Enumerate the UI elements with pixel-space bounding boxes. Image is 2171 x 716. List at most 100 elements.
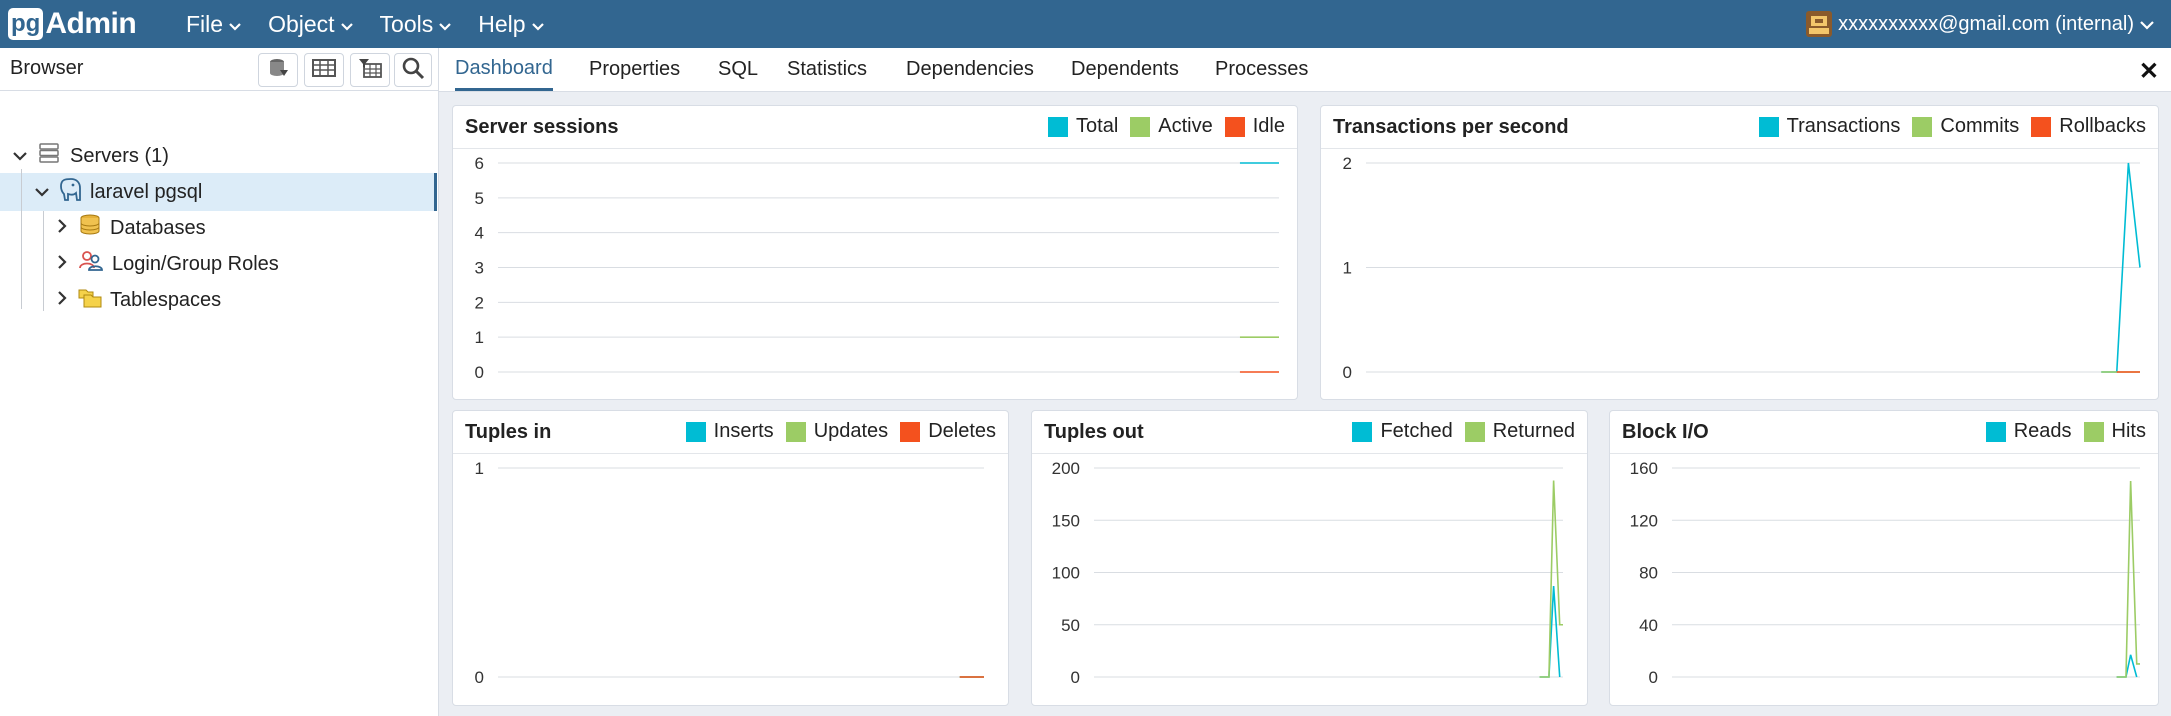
tab-statistics[interactable]: Statistics (787, 48, 867, 91)
tree-item-label: Servers (1) (70, 144, 169, 167)
menu-file[interactable]: File (186, 0, 242, 48)
legend-label: Idle (1252, 115, 1285, 137)
tab-label: Dashboard (455, 56, 553, 79)
panel-header: Tuples in Inserts Updates Deletes (453, 411, 1008, 454)
tree-item-servers[interactable]: Servers (1) (12, 139, 169, 173)
query-tool-button[interactable] (258, 53, 298, 87)
tree-item-databases[interactable]: Databases (56, 211, 206, 245)
filter-table-icon (358, 58, 382, 83)
tuples-in-chart: 01 (475, 459, 984, 687)
search-objects-button[interactable] (394, 53, 432, 87)
tree-item-login-group-roles[interactable]: Login/Group Roles (56, 247, 279, 281)
chevron-down-icon (438, 11, 452, 38)
y-tick-label: 1 (1343, 259, 1352, 278)
legend-swatch (1912, 116, 1933, 137)
legend-label: Transactions (1786, 115, 1901, 137)
y-tick-label: 0 (1343, 363, 1352, 382)
main-menu: File Object Tools Help (186, 0, 571, 48)
menu-tools[interactable]: Tools (380, 0, 453, 48)
tab-dependencies[interactable]: Dependencies (906, 48, 1034, 91)
legend-swatch (1352, 421, 1373, 442)
y-tick-label: 50 (1061, 616, 1080, 635)
legend-label: Commits (1940, 115, 2020, 137)
block-io-chart: 0 40 80 120 160 (1630, 459, 2140, 687)
tree-item-laravel-pgsql[interactable]: laravel pgsql (34, 175, 202, 209)
panel-title: Transactions per second (1333, 116, 1569, 138)
y-tick-label: 0 (1071, 668, 1080, 687)
y-tick-label: 4 (475, 224, 484, 243)
tab-label: Dependencies (906, 58, 1034, 80)
panel-title: Tuples in (465, 421, 552, 443)
tab-properties[interactable]: Properties (589, 48, 680, 91)
logo-admin: Admin (45, 7, 137, 40)
legend-item: Transactions (1758, 115, 1901, 138)
tab-label: Statistics (787, 58, 868, 80)
legend-swatch (1224, 116, 1245, 137)
tab-dashboard[interactable]: Dashboard (455, 48, 553, 91)
chart-legend: Inserts Updates Deletes (674, 420, 996, 443)
tab-label: Properties (589, 58, 681, 80)
y-tick-label: 150 (1052, 511, 1080, 530)
tree-guide-line (43, 211, 44, 311)
roles-icon (78, 250, 104, 278)
filtered-rows-button[interactable] (350, 53, 390, 87)
menu-help-label: Help (478, 10, 526, 37)
legend-item: Inserts (685, 420, 774, 443)
legend-item: Updates (785, 420, 889, 443)
browser-title: Browser (10, 57, 84, 79)
legend-swatch (1758, 116, 1779, 137)
elephant-icon (58, 176, 84, 208)
tab-processes[interactable]: Processes (1215, 48, 1308, 91)
legend-label: Fetched (1380, 420, 1453, 442)
tablespaces-icon (78, 286, 102, 314)
legend-label: Reads (2013, 420, 2072, 442)
chevron-down-icon (531, 11, 545, 38)
tree-item-tablespaces[interactable]: Tablespaces (56, 283, 221, 317)
chevron-right-icon (56, 253, 68, 276)
close-icon[interactable]: ✕ (2139, 57, 2159, 86)
legend-item: Commits (1912, 115, 2019, 138)
y-tick-label: 3 (475, 259, 484, 278)
chart-legend: Reads Hits (1974, 420, 2146, 443)
servers-icon (38, 142, 60, 170)
menu-tools-label: Tools (379, 10, 434, 37)
legend-item: Hits (2083, 420, 2146, 443)
legend-label: Updates (813, 420, 889, 442)
browser-panel: Browser Servers (1) laravel pgsql Databa… (0, 48, 439, 716)
legend-item: Active (1130, 115, 1213, 138)
panel-transactions-per-second: Transactions per second Transactions Com… (1320, 105, 2159, 400)
legend-swatch (1048, 116, 1069, 137)
tab-label: SQL (718, 58, 759, 80)
legend-label: Rollbacks (2059, 115, 2146, 137)
view-data-button[interactable] (304, 53, 344, 87)
tab-sql[interactable]: SQL (718, 48, 758, 91)
panel-tuples-in: Tuples in Inserts Updates Deletes 01 (452, 410, 1009, 706)
legend-item: Deletes (900, 420, 996, 443)
panel-header: Server sessions Total Active Idle (453, 106, 1297, 149)
y-tick-label: 0 (475, 363, 484, 382)
panel-title: Tuples out (1044, 421, 1144, 443)
y-tick-label: 1 (475, 459, 484, 478)
tab-label: Dependents (1071, 58, 1179, 80)
legend-item: Idle (1224, 115, 1285, 138)
panel-header: Tuples out Fetched Returned (1032, 411, 1587, 454)
user-menu[interactable]: xxxxxxxxxx@gmail.com (internal) (1806, 0, 2155, 48)
legend-item: Reads (1985, 420, 2072, 443)
chevron-down-icon (228, 11, 242, 38)
panel-tuples-out: Tuples out Fetched Returned 0 50 100 150 200 (1031, 410, 1588, 706)
legend-label: Active (1158, 115, 1213, 137)
tuples-out-chart: 0 50 100 150 200 (1052, 459, 1563, 687)
databases-icon (78, 214, 102, 242)
chart-legend: Total Active Idle (1036, 115, 1285, 138)
menu-object[interactable]: Object (268, 0, 353, 48)
legend-swatch (685, 421, 706, 442)
menu-help[interactable]: Help (478, 0, 544, 48)
series-line-hits (2116, 481, 2140, 678)
legend-swatch (1130, 116, 1151, 137)
y-tick-label: 5 (475, 189, 484, 208)
chart-legend: Transactions Commits Rollbacks (1747, 115, 2146, 138)
tab-dependents[interactable]: Dependents (1071, 48, 1179, 91)
chevron-down-icon (12, 145, 28, 168)
y-tick-label: 100 (1052, 564, 1080, 583)
pgadmin-logo[interactable]: pg Admin (8, 6, 137, 42)
